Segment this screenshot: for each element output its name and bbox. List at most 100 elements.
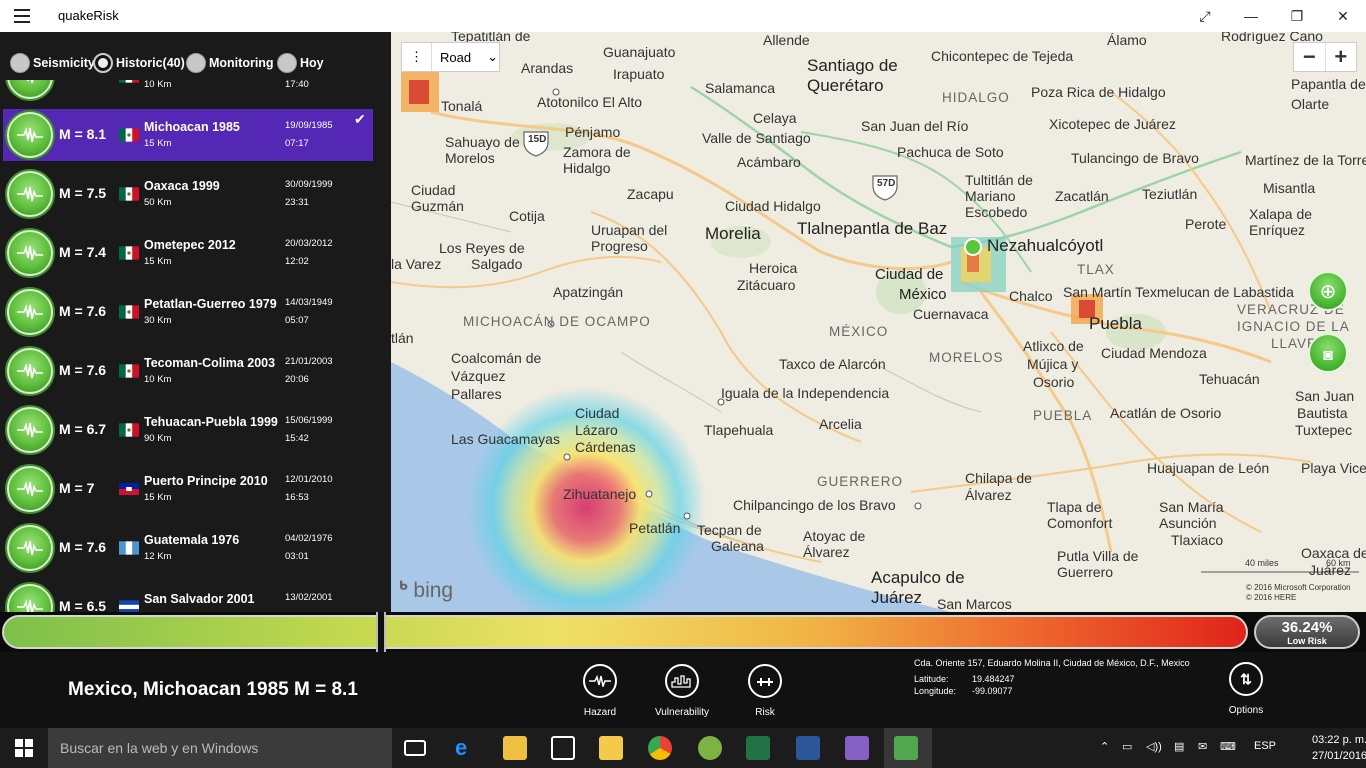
android-icon[interactable] xyxy=(698,736,722,760)
quake-list-item[interactable]: M = 7.4 Ometepec 2012 15 Km 20/03/2012 12:02 xyxy=(3,227,373,279)
copyright-line: © 2016 Microsoft Corporation xyxy=(1246,583,1351,592)
quake-list[interactable]: M = 7.2 10 Km 17:40 M = 8.1 Michoacan 1985 15… xyxy=(0,80,391,612)
location-pin-icon[interactable] xyxy=(964,238,982,256)
map-label: Putla Villa de xyxy=(1057,548,1139,564)
map-label: Álamo xyxy=(1107,32,1147,48)
vulnerability-button[interactable]: Vulnerability xyxy=(647,664,717,718)
zoom-out-button[interactable]: − xyxy=(1294,43,1325,71)
selected-quake-title: Mexico, Michoacan 1985 M = 8.1 xyxy=(68,679,358,700)
map-label: Zihuatanejo xyxy=(563,486,637,502)
map-style-dropdown[interactable]: ⋮ Road ⌄ xyxy=(401,42,500,72)
map-label: Tehuacán xyxy=(1199,371,1260,387)
task-view-icon[interactable] xyxy=(404,740,426,756)
map-label: Xalapa de xyxy=(1249,206,1313,222)
quake-list-item[interactable]: M = 7.2 10 Km 17:40 xyxy=(3,80,373,102)
quake-list-item[interactable]: M = 7.6 Petatlan-Guerreo 1979 30 Km 14/03/1… xyxy=(3,286,373,338)
close-button[interactable]: ✕ xyxy=(1320,4,1366,28)
filter-monitoring[interactable]: Monitoring xyxy=(186,52,274,74)
quake-date: 20/03/2012 xyxy=(285,238,333,249)
keyboard-icon[interactable]: ⌨ xyxy=(1220,740,1236,753)
app-title: quakeRisk xyxy=(58,8,119,23)
camera-icon: ◙ xyxy=(1323,347,1333,364)
chevron-up-icon[interactable]: ⌃ xyxy=(1100,740,1109,753)
map-label: Tultitlán de xyxy=(965,172,1033,188)
taskbar-search-input[interactable]: Buscar en la web y en Windows xyxy=(48,728,392,768)
map-label: Apatzingán xyxy=(553,284,624,300)
folder-app-icon[interactable] xyxy=(599,736,623,760)
seismograph-icon xyxy=(7,525,53,571)
quake-list-item[interactable]: M = 7 Puerto Principe 2010 15 Km 12/01/2010… xyxy=(3,463,373,515)
file-explorer-icon[interactable] xyxy=(503,736,527,760)
map-label: Asunción xyxy=(1159,515,1217,531)
map-label: Poza Rica de Hidalgo xyxy=(1031,84,1166,100)
quake-magnitude: M = 6.5 xyxy=(59,598,107,612)
hamburger-menu-icon[interactable] xyxy=(14,9,30,23)
fullscreen-icon[interactable]: ⤢ xyxy=(1182,4,1228,28)
quake-list-item[interactable]: M = 7.5 Oaxaca 1999 50 Km 30/09/1999 23:31 xyxy=(3,168,373,220)
filter-label: Historic(40) xyxy=(116,56,185,70)
store-icon[interactable] xyxy=(551,736,575,760)
language-indicator[interactable]: ESP xyxy=(1254,740,1276,752)
filter-hoy[interactable]: Hoy xyxy=(277,52,324,74)
map-label: Cárdenas xyxy=(575,439,636,455)
map-label: Querétaro xyxy=(807,76,884,95)
risk-slider-handle[interactable] xyxy=(376,612,386,652)
quake-list-item[interactable]: M = 6.7 Tehuacan-Puebla 1999 90 Km 15/06/19… xyxy=(3,404,373,456)
quake-date: 19/09/1985 xyxy=(285,120,333,131)
network-icon[interactable]: ▤ xyxy=(1174,740,1184,753)
visual-studio-icon[interactable] xyxy=(845,736,869,760)
volume-icon[interactable]: ◁)) xyxy=(1146,740,1162,753)
quake-depth: 30 Km xyxy=(144,315,172,326)
map-label: Salamanca xyxy=(705,80,776,96)
seismograph-icon xyxy=(7,289,53,335)
map-label: Huajuapan de León xyxy=(1147,460,1270,476)
battery-icon[interactable]: ▭ xyxy=(1122,740,1132,753)
locate-button[interactable]: ⊕ xyxy=(1308,271,1348,311)
quake-time: 20:06 xyxy=(285,374,309,385)
zoom-in-button[interactable]: + xyxy=(1324,43,1357,71)
excel-icon[interactable] xyxy=(746,736,770,760)
chrome-icon[interactable] xyxy=(648,736,672,760)
radio-selected-icon xyxy=(93,53,113,73)
map-label: Zacapu xyxy=(627,186,674,202)
quake-list-item[interactable]: M = 7.6 Guatemala 1976 12 Km 04/02/1976 03:0… xyxy=(3,522,373,574)
map-label: San Juan xyxy=(1295,388,1355,404)
restore-button[interactable]: ❐ xyxy=(1274,4,1320,28)
buildings-icon xyxy=(665,664,699,698)
seismograph-icon xyxy=(583,664,617,698)
filter-seismicity[interactable]: Seismicity xyxy=(10,52,95,74)
map-label: Zitácuaro xyxy=(737,277,796,293)
camera-button[interactable]: ◙ xyxy=(1308,333,1348,373)
map-label: Acapulco de xyxy=(871,568,965,587)
map-label: Pallares xyxy=(451,386,502,402)
edge-browser-icon[interactable]: e xyxy=(455,736,479,760)
hazard-button[interactable]: Hazard xyxy=(565,664,635,718)
quake-time: 05:07 xyxy=(285,315,309,326)
map-copyright: © 2016 Microsoft Corporation © 2016 HERE xyxy=(1246,583,1351,603)
minimize-button[interactable]: — xyxy=(1228,4,1274,28)
map-label: Sahuayo de xyxy=(445,134,520,150)
quake-list-item[interactable]: M = 8.1 Michoacan 1985 15 Km 19/09/1985 07:1… xyxy=(3,109,373,161)
map-label: Atlixco de xyxy=(1023,338,1084,354)
map-label: Las Guacamayas xyxy=(451,431,560,447)
risk-label: Risk xyxy=(755,707,775,718)
filter-historic[interactable]: Historic(40) xyxy=(93,52,185,74)
taskbar-clock[interactable]: 03:22 p. m. 27/01/2016 xyxy=(1312,732,1366,764)
map-label: Pachuca de Soto xyxy=(897,144,1004,160)
map-label: Progreso xyxy=(591,238,648,254)
risk-button[interactable]: Risk xyxy=(730,664,800,718)
word-icon[interactable] xyxy=(796,736,820,760)
quake-list-item[interactable]: M = 7.6 Tecoman-Colima 2003 10 Km 21/01/200… xyxy=(3,345,373,397)
quake-date: 04/02/1976 xyxy=(285,533,333,544)
map-label: Álvarez xyxy=(965,487,1012,503)
quake-time: 17:40 xyxy=(285,80,309,90)
quake-list-item[interactable]: M = 6.5 San Salvador 2001 13/02/2001 xyxy=(3,581,373,612)
map-label: MORELOS xyxy=(929,350,1004,365)
map-label: la Varez xyxy=(391,256,442,272)
quake-depth: 15 Km xyxy=(144,138,172,149)
start-button[interactable] xyxy=(0,728,48,768)
notification-icon[interactable]: ✉ xyxy=(1198,740,1207,753)
map-label: Arcelia xyxy=(819,416,862,432)
options-button[interactable]: ⇅ Options xyxy=(1211,662,1281,716)
map-view[interactable]: Tepatitlán de Guanajuato Allende Álamo R… xyxy=(391,32,1366,612)
